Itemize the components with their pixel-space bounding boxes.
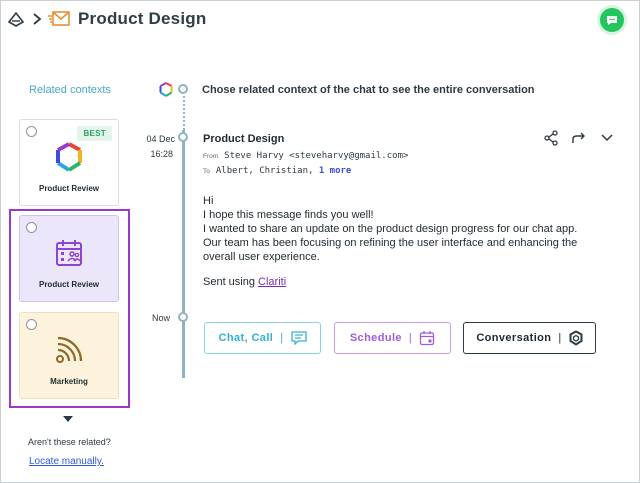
chevron-down-icon[interactable]	[599, 130, 615, 146]
body-line: overall user experience.	[203, 251, 320, 263]
chat-icon	[290, 331, 307, 345]
context-hint: Chose related context of the chat to see…	[202, 84, 535, 96]
page-title: Product Design	[78, 9, 207, 28]
calendar-icon	[420, 331, 435, 346]
message-subject: Product Design	[203, 133, 285, 145]
home-icon[interactable]	[6, 9, 26, 29]
body-line: Our team has been focusing on refining t…	[203, 237, 578, 249]
hexagon-logo-icon	[569, 330, 583, 346]
timeline-node	[178, 132, 188, 142]
body-line: I wanted to share an update on the produ…	[203, 223, 578, 235]
forward-icon[interactable]	[571, 130, 587, 146]
context-card-label: Product Review	[38, 184, 99, 193]
related-question: Aren't these related?	[28, 437, 111, 447]
conversation-button[interactable]: Conversation |	[463, 322, 596, 354]
header: Product Design	[6, 6, 206, 32]
chat-fab-button[interactable]	[600, 8, 624, 32]
related-contexts-title: Related contexts	[29, 84, 111, 96]
schedule-button[interactable]: Schedule |	[334, 322, 451, 354]
chat-call-label: Chat, Call	[218, 332, 274, 344]
message-to: To Albert, Christian, 1 more	[203, 166, 351, 176]
chat-call-button[interactable]: Chat, Call |	[204, 322, 321, 354]
timeline-node	[178, 84, 188, 94]
sent-prefix: Sent using	[203, 276, 255, 288]
body-line: Hi	[203, 195, 214, 207]
message-from: From Steve Harvy <steveharvy@gmail.com>	[203, 151, 408, 161]
scroll-down-icon[interactable]	[63, 416, 73, 422]
schedule-label: Schedule	[349, 332, 402, 344]
to-label: To	[203, 168, 210, 175]
timeline-line	[182, 130, 185, 378]
timeline-dotted	[183, 96, 185, 130]
to-value: Albert, Christian,	[215, 166, 314, 176]
more-recipients-link[interactable]: 1 more	[319, 166, 352, 176]
message-date: 04 Dec	[146, 134, 175, 144]
conversation-label: Conversation	[476, 332, 552, 344]
hexagon-logo-icon	[159, 82, 173, 97]
message-actions	[543, 130, 615, 146]
context-card-product-review-best[interactable]: BEST Product Review	[19, 119, 119, 206]
context-radio[interactable]	[26, 126, 37, 137]
sent-using: Sent using Clariti	[203, 276, 286, 288]
message-time: 16:28	[150, 149, 173, 159]
body-line: I hope this message finds you well!	[203, 209, 374, 221]
chat-bubble-icon	[607, 16, 617, 25]
timeline-node-now	[178, 312, 188, 322]
clariti-link[interactable]: Clariti	[258, 276, 286, 288]
hexagon-logo-icon	[56, 142, 82, 172]
now-label: Now	[152, 313, 171, 323]
from-value: Steve Harvy <steveharvy@gmail.com>	[224, 151, 409, 161]
chevron-right-icon	[32, 12, 42, 26]
message-body: Hi I hope this message finds you well! I…	[203, 194, 603, 264]
share-icon[interactable]	[543, 130, 559, 146]
from-label: From	[203, 153, 219, 160]
email-icon	[48, 10, 70, 28]
locate-manually-link[interactable]: Locate manually.	[29, 456, 104, 467]
selection-highlight	[9, 209, 130, 408]
best-badge: BEST	[77, 126, 112, 141]
